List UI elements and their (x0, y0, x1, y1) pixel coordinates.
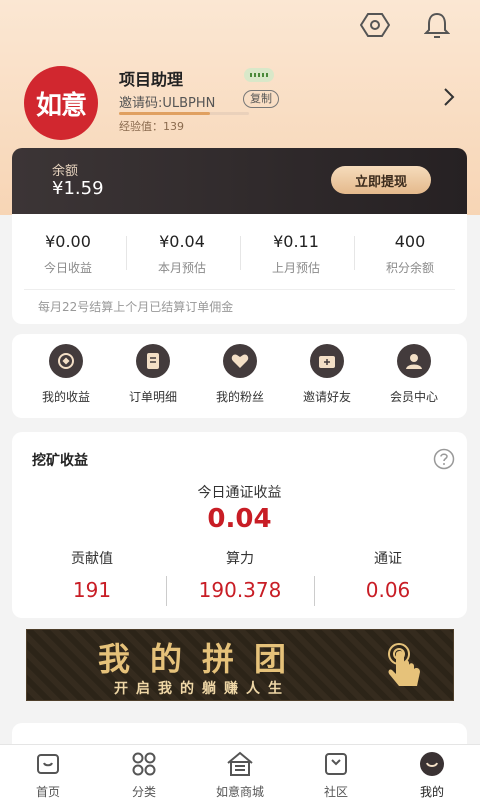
stat-label: 上月预估 (271, 261, 320, 275)
menu-my-fans[interactable]: 我的粉丝 (200, 344, 280, 405)
banner-title: 我的拼团 (97, 640, 306, 678)
exp-progress-bar (119, 112, 249, 115)
divider (240, 236, 241, 270)
tab-label: 社区 (323, 785, 348, 799)
contribution-value: 191 (72, 578, 112, 602)
user-profile[interactable]: 如意 项目助理 邀请码:ULBPHN 复制 经验值：139 (24, 66, 464, 140)
community-icon (296, 751, 376, 777)
menu-label: 我的收益 (41, 390, 90, 404)
menu-my-earnings[interactable]: 我的收益 (26, 344, 106, 405)
stat-value: ¥0.04 (159, 232, 205, 251)
stat-value: ¥0.00 (45, 232, 91, 251)
earnings-stats: ¥0.00 今日收益 ¥0.04 本月预估 ¥0.11 上月预估 400 积分余… (12, 214, 467, 324)
token-label: 通证 (374, 551, 402, 567)
exp-value: 经验值：139 (119, 120, 184, 133)
contribution-label: 贡献值 (71, 551, 113, 567)
withdraw-button[interactable]: 立即提现 (331, 166, 431, 194)
chevron-right-icon[interactable] (442, 86, 456, 112)
settlement-note: 每月22号结算上个月已结算订单佣金 (38, 300, 234, 314)
menu-member-center[interactable]: 会员中心 (374, 344, 454, 405)
banner-subtitle: 开启我的躺赚人生 (114, 681, 290, 697)
stat-last-month[interactable]: ¥0.11 上月预估 (246, 232, 346, 276)
profile-icon (392, 751, 472, 777)
mining-title: 挖矿收益 (32, 453, 88, 469)
today-token-label: 今日通证收益 (197, 485, 282, 501)
tab-category[interactable]: 分类 (104, 751, 184, 800)
tab-label: 首页 (35, 785, 60, 799)
tab-home[interactable]: 首页 (8, 751, 88, 800)
category-icon (104, 751, 184, 777)
stat-today[interactable]: ¥0.00 今日收益 (18, 232, 118, 276)
menu-invite-friends[interactable]: 邀请好友 (287, 344, 367, 405)
mall-icon (200, 751, 280, 777)
balance-card: 余额 ¥1.59 立即提现 (12, 148, 467, 214)
invite-icon (310, 344, 344, 378)
stat-points[interactable]: 400 积分余额 (360, 232, 460, 276)
divider (314, 576, 315, 606)
tab-profile[interactable]: 我的 (392, 751, 472, 800)
home-icon (8, 751, 88, 777)
level-badge-icon (244, 68, 274, 82)
tab-community[interactable]: 社区 (296, 751, 376, 800)
tab-label: 分类 (131, 785, 156, 799)
group-buy-banner[interactable]: 我的拼团 开启我的躺赚人生 (26, 629, 454, 701)
divider (126, 236, 127, 270)
document-icon (136, 344, 170, 378)
menu-label: 邀请好友 (302, 390, 351, 404)
stat-value: ¥0.11 (273, 232, 319, 251)
divider (166, 576, 167, 606)
invite-code: 邀请码:ULBPHN (119, 96, 216, 111)
mining-earnings-card: 挖矿收益 今日通证收益 0.04 贡献值 191 算力 190.378 通证 0… (12, 432, 467, 618)
menu-order-details[interactable]: 订单明细 (113, 344, 193, 405)
hashpower-value: 190.378 (198, 578, 282, 602)
menu-label: 我的粉丝 (215, 390, 264, 404)
member-icon (397, 344, 431, 378)
settings-icon[interactable] (360, 10, 390, 40)
stat-value: 400 (394, 232, 426, 251)
tab-label: 我的 (419, 785, 444, 799)
hashpower-label: 算力 (226, 551, 254, 567)
menu-label: 会员中心 (389, 390, 438, 404)
pointing-hand-icon (385, 642, 425, 694)
token-value: 0.06 (365, 578, 411, 602)
divider (24, 289, 455, 290)
menu-label: 订单明细 (128, 390, 177, 404)
quick-menu: 我的收益 订单明细 我的粉丝 邀请好友 会员中心 (12, 334, 467, 418)
stat-label: 本月预估 (157, 261, 206, 275)
notification-bell-icon[interactable] (422, 10, 452, 40)
user-name: 项目助理 (119, 70, 184, 89)
today-token-value: 0.04 (207, 504, 272, 534)
stat-label: 今日收益 (43, 261, 92, 275)
copy-button[interactable]: 复制 (243, 90, 279, 108)
bottom-tab-bar: 首页 分类 如意商城 社区 我的 (0, 744, 480, 800)
coin-icon (49, 344, 83, 378)
help-icon[interactable] (433, 448, 455, 474)
divider (354, 236, 355, 270)
brand-logo: 如意 (24, 66, 98, 140)
stat-label: 积分余额 (385, 261, 434, 275)
stat-month-estimate[interactable]: ¥0.04 本月预估 (132, 232, 232, 276)
tab-label: 如意商城 (215, 785, 264, 799)
balance-label: 余额 (52, 164, 79, 179)
balance-value: ¥1.59 (52, 178, 104, 199)
tab-mall[interactable]: 如意商城 (200, 751, 280, 800)
heart-icon (223, 344, 257, 378)
